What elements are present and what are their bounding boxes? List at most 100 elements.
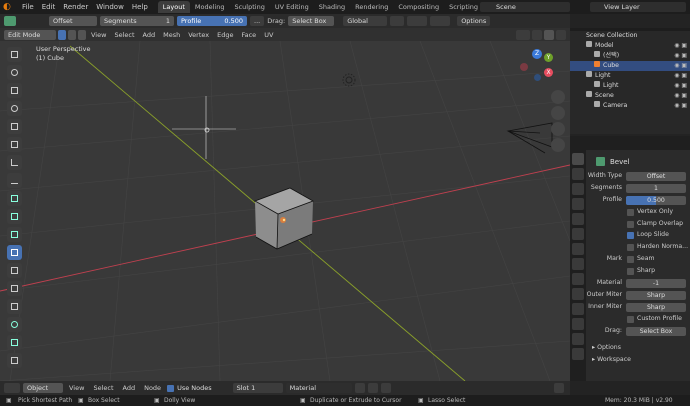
knife-tool-icon[interactable] (7, 281, 22, 296)
edge-select-mode-icon[interactable] (68, 29, 76, 40)
material-select[interactable]: Material (285, 383, 352, 393)
options-panel-header[interactable]: ▸ Options (592, 344, 621, 354)
segments-field[interactable]: Segments 1 (100, 16, 174, 26)
3d-viewport[interactable]: User Perspective (1) Cube Z Y X (0, 41, 570, 381)
transform-tool-icon[interactable] (7, 137, 22, 152)
material-tab-icon[interactable] (572, 333, 584, 345)
option-checkbox[interactable] (627, 220, 634, 228)
menu-edit[interactable]: Edit (38, 0, 60, 14)
measure-tool-icon[interactable] (7, 173, 22, 188)
menu-help[interactable]: Help (128, 0, 152, 14)
unlink-icon[interactable] (380, 383, 391, 393)
move-tool-icon[interactable] (7, 83, 22, 98)
mode-select[interactable]: Edit Mode (4, 29, 56, 40)
visibility-icon[interactable]: ◉ ▣ (674, 61, 687, 71)
ortho-grid-icon[interactable] (551, 138, 565, 152)
properties-search-bar[interactable] (570, 136, 690, 150)
add-cube-tool-icon[interactable] (7, 191, 22, 206)
poly-build-tool-icon[interactable] (7, 299, 22, 314)
visibility-icon[interactable]: ◉ ▣ (674, 41, 687, 51)
inner-miter-dropdown[interactable]: Sharp (626, 303, 686, 312)
seam-checkbox[interactable] (627, 256, 634, 263)
outliner-scene-collection[interactable]: Scene Collection (570, 31, 690, 41)
axis-neg-z-icon[interactable] (534, 74, 541, 81)
outliner-item[interactable]: Cube ◉ ▣ (570, 61, 690, 71)
workspace-panel-header[interactable]: ▸ Workspace (592, 356, 631, 366)
snap-icon[interactable] (407, 16, 428, 26)
face-select-mode-icon[interactable] (78, 29, 86, 40)
tab-modeling[interactable]: Modeling (190, 1, 230, 13)
tool-tab-icon[interactable] (572, 153, 584, 165)
view-layer-selector[interactable]: View Layer (590, 2, 686, 12)
sharp-checkbox[interactable] (627, 268, 634, 275)
outliner-item[interactable]: Camera ◉ ▣ (570, 101, 690, 111)
axis-y-icon[interactable]: Y (544, 53, 553, 62)
outliner-item[interactable]: Light ◉ ▣ (570, 81, 690, 91)
outliner-item[interactable]: (선택) ◉ ▣ (570, 51, 690, 61)
tab-compositing[interactable]: Compositing (393, 1, 444, 13)
visibility-icon[interactable]: ◉ ▣ (674, 51, 687, 61)
scale-tool-icon[interactable] (7, 119, 22, 134)
segments-prop-field[interactable]: 1 (626, 184, 686, 193)
axis-neg-x-icon[interactable] (520, 63, 528, 71)
outliner-item[interactable]: Scene ◉ ▣ (570, 91, 690, 101)
new-material-icon[interactable] (367, 383, 378, 393)
tab-sculpting[interactable]: Sculpting (229, 1, 269, 13)
visibility-icon[interactable]: ◉ ▣ (674, 91, 687, 101)
tab-layout[interactable]: Layout (157, 1, 190, 13)
loop-cut-tool-icon[interactable] (7, 263, 22, 278)
navigation-gizmo[interactable]: Z Y X (520, 49, 554, 83)
viewport-menu-edge[interactable]: Edge (214, 31, 236, 39)
cursor-tool-icon[interactable] (7, 65, 22, 80)
edge-slide-tool-icon[interactable] (7, 353, 22, 368)
pan-hand-icon[interactable] (551, 106, 565, 120)
options-dropdown[interactable]: Options (457, 16, 491, 26)
more-options-button[interactable]: ... (250, 16, 265, 26)
node-menu-node[interactable]: Node (141, 384, 164, 392)
use-nodes-checkbox[interactable] (167, 384, 175, 392)
viewport-menu-view[interactable]: View (88, 31, 109, 39)
axis-x-icon[interactable]: X (544, 68, 553, 77)
profile-prop-slider[interactable]: 0.500 (626, 196, 686, 205)
tab-rendering[interactable]: Rendering (350, 1, 393, 13)
option-checkbox[interactable] (627, 209, 634, 216)
scene-tab-icon[interactable] (572, 213, 584, 225)
profile-field[interactable]: Profile 0.500 (177, 16, 247, 26)
visibility-icon[interactable]: ◉ ▣ (674, 71, 687, 81)
fake-user-icon[interactable] (354, 383, 365, 393)
node-menu-view[interactable]: View (66, 384, 87, 392)
viewport-menu-vertex[interactable]: Vertex (185, 31, 212, 39)
zoom-icon[interactable] (551, 90, 565, 104)
world-tab-icon[interactable] (572, 228, 584, 240)
vertex-select-mode-icon[interactable] (58, 29, 66, 40)
rotate-tool-icon[interactable] (7, 101, 22, 116)
width-type-dropdown[interactable]: Offset (626, 172, 686, 181)
texture-tab-icon[interactable] (572, 348, 584, 360)
visibility-icon[interactable]: ◉ ▣ (674, 81, 687, 91)
visibility-icon[interactable]: ◉ ▣ (674, 101, 687, 111)
object-tab-icon[interactable] (572, 243, 584, 255)
width-type-select[interactable]: Offset (49, 16, 97, 26)
shading-material-icon[interactable] (556, 29, 566, 40)
drag-select[interactable]: Select Box (288, 16, 335, 26)
option-checkbox[interactable] (627, 243, 634, 251)
annotate-tool-icon[interactable] (7, 155, 22, 170)
overlays-icon[interactable] (516, 29, 530, 40)
object-type-select[interactable]: Object (23, 383, 63, 393)
camera-view-icon[interactable] (551, 122, 565, 136)
outliner-item[interactable]: Model ◉ ▣ (570, 41, 690, 51)
custom-profile-checkbox[interactable] (627, 316, 634, 323)
editor-type-icon[interactable] (4, 383, 20, 393)
tab-shading[interactable]: Shading (314, 1, 350, 13)
tab-scripting[interactable]: Scripting (444, 1, 483, 13)
transform-orientation-select[interactable]: Global (343, 16, 388, 26)
menu-render[interactable]: Render (59, 0, 92, 14)
xray-icon[interactable] (532, 29, 542, 40)
viewport-menu-add[interactable]: Add (140, 31, 159, 39)
menu-file[interactable]: File (18, 0, 38, 14)
extrude-tool-icon[interactable] (7, 209, 22, 224)
outer-miter-dropdown[interactable]: Sharp (626, 291, 686, 300)
scene-selector[interactable]: Scene (480, 2, 570, 12)
node-menu-add[interactable]: Add (120, 384, 139, 392)
viewport-menu-mesh[interactable]: Mesh (160, 31, 183, 39)
